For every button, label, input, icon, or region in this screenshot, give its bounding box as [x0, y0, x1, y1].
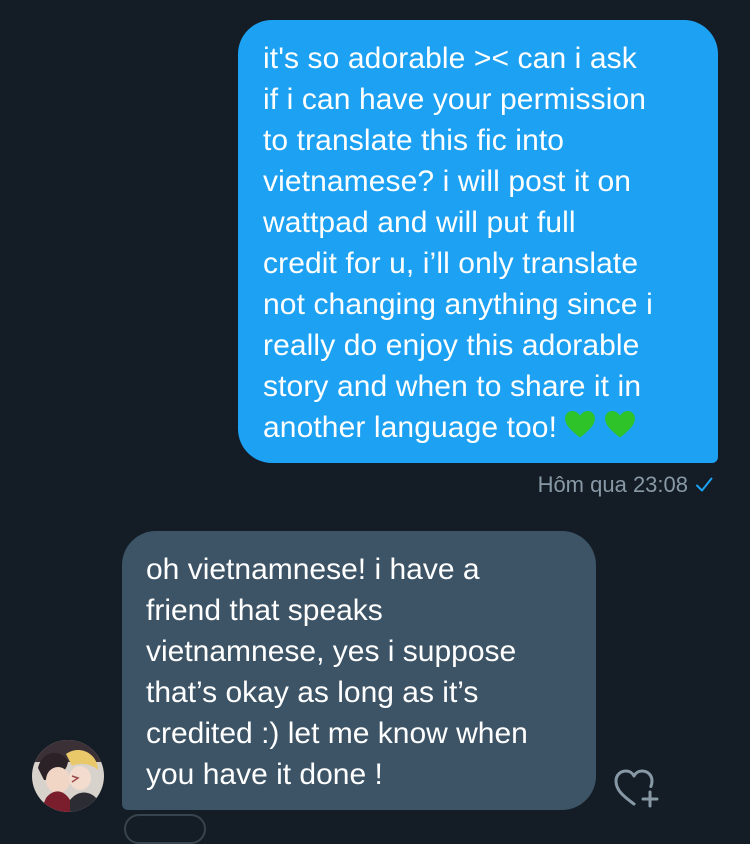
message-line: friend that speaks: [146, 594, 383, 627]
avatar[interactable]: [32, 740, 104, 812]
reaction-pill[interactable]: [124, 814, 206, 844]
message-text: another language too!: [263, 411, 558, 444]
message-line: to translate this fic into: [263, 124, 565, 157]
message-meta: Hôm qua 23:08: [538, 470, 714, 500]
message-line: if i can have your permission: [263, 83, 647, 116]
message-line: credited :) let me know when: [146, 717, 528, 750]
incoming-message-bubble[interactable]: oh vietnamnese! i have a friend that spe…: [122, 531, 596, 810]
message-line: credit for u, i’ll only translate: [263, 247, 639, 280]
check-icon: [696, 477, 713, 492]
message-timestamp: Hôm qua 23:08: [537, 472, 688, 497]
message-thread: it's so adorable >< can i ask if i can h…: [0, 0, 750, 844]
green-heart-icon: [605, 410, 635, 438]
message-line: oh vietnamnese! i have a: [146, 553, 480, 586]
heart-plus-icon[interactable]: [612, 766, 662, 810]
message-line: vietnamnese, yes i suppose: [146, 635, 517, 668]
message-line: really do enjoy this adorable: [263, 329, 640, 362]
message-line: not changing anything since i: [263, 288, 653, 321]
message-line: wattpad and will put full: [263, 206, 576, 239]
message-line: story and when to share it in: [263, 370, 642, 403]
message-line: that’s okay as long as it’s: [146, 676, 479, 709]
outgoing-message-bubble[interactable]: it's so adorable >< can i ask if i can h…: [238, 20, 718, 463]
message-line: it's so adorable >< can i ask: [263, 42, 637, 75]
message-line: you have it done !: [146, 758, 383, 791]
green-heart-icon: [565, 410, 595, 438]
message-line-last: another language too!: [263, 407, 692, 448]
message-line: vietnamese? i will post it on: [263, 165, 632, 198]
avatar-illustration: [32, 740, 104, 812]
